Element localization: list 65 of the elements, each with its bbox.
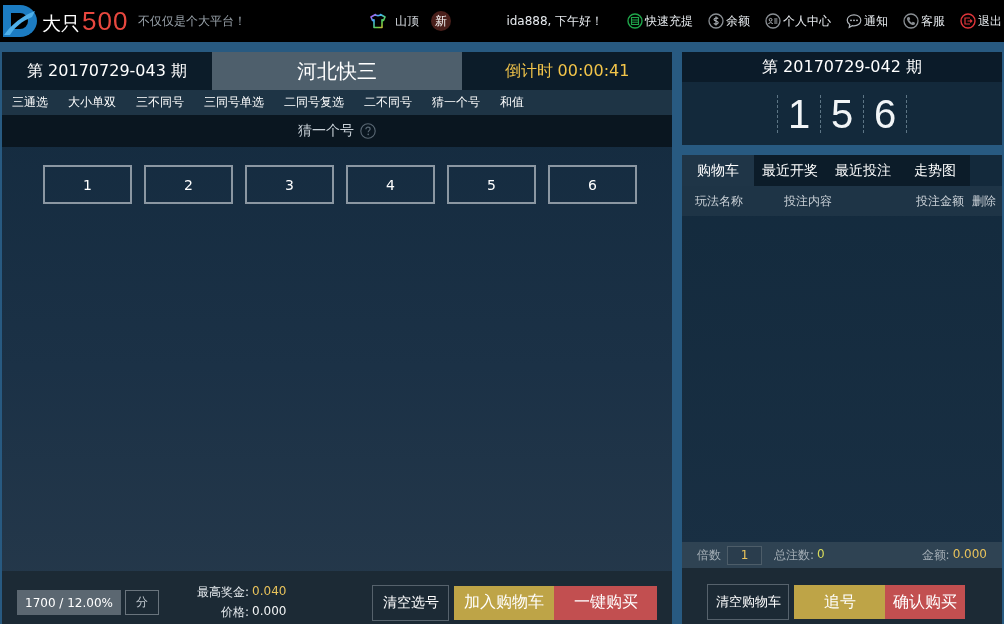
new-badge: 新 [431, 11, 452, 31]
play-tab[interactable]: 三不同号 [126, 90, 194, 115]
shirt-icon [370, 13, 387, 29]
play-title: 猜一个号 [298, 122, 354, 140]
number-button[interactable]: 2 [144, 165, 233, 204]
id-card-icon [765, 13, 781, 29]
play-tab[interactable]: 二不同号 [354, 90, 422, 115]
number-button[interactable]: 6 [548, 165, 637, 204]
greeting: ida888, 下午好！ [506, 12, 604, 30]
chat-icon [846, 13, 862, 29]
draw-number: 1 [786, 91, 812, 136]
phone-icon [903, 13, 919, 29]
card-icon [627, 13, 643, 29]
play-tab[interactable]: 三通选 [2, 90, 58, 115]
play-tab[interactable]: 大小单双 [58, 90, 126, 115]
buy-button[interactable]: 一键购买 [554, 585, 657, 620]
amount-value: 0.000 [952, 546, 987, 563]
rank-label: 山顶 [395, 12, 420, 30]
play-tab[interactable]: 猜一个号 [422, 90, 490, 115]
cart-tab[interactable]: 最近投注 [826, 155, 900, 186]
max-prize-label: 最高奖金: [197, 584, 250, 601]
slogan: 不仅仅是个大平台！ [138, 12, 247, 30]
nav-link[interactable]: 个人中心 [765, 12, 831, 30]
nav-link[interactable]: 余额 [708, 12, 750, 30]
column-heading: 玩法名称 [695, 192, 744, 210]
draw-number: 6 [872, 91, 898, 136]
bet-count-label: 总注数: [774, 546, 815, 564]
number-button[interactable]: 3 [245, 165, 334, 204]
nav-link[interactable]: 快速充提 [627, 12, 693, 30]
cart-tab[interactable]: 购物车 [682, 155, 754, 186]
odds-selector[interactable]: 1700 / 12.00% [17, 590, 121, 615]
lottery-title: 河北快三 [212, 52, 462, 90]
confirm-button[interactable]: 确认购买 [885, 585, 965, 619]
amount-label: 金额: [921, 546, 950, 564]
column-heading: 投注金额 [916, 192, 964, 210]
price-label: 价格: [221, 604, 250, 621]
play-tab[interactable]: 二同号复选 [274, 90, 354, 115]
help-icon[interactable] [360, 123, 376, 139]
bet-count-value: 0 [817, 546, 825, 563]
clear-button[interactable]: 清空选号 [372, 584, 449, 621]
play-tab[interactable]: 三同号单选 [194, 90, 274, 115]
period-label: 第 20170729-043 期 [2, 52, 212, 90]
unit-button[interactable]: 分 [125, 590, 159, 615]
nav-link[interactable]: 退出 [960, 12, 1002, 30]
column-heading: 删除 [972, 192, 996, 210]
nav-link[interactable]: 客服 [903, 12, 945, 30]
draw-period-label: 第 20170729-042 期 [682, 52, 1002, 82]
draw-number: 5 [829, 91, 855, 136]
logout-icon [960, 13, 976, 29]
play-tab[interactable]: 和值 [490, 90, 534, 115]
number-button[interactable]: 4 [346, 165, 435, 204]
number-button[interactable]: 5 [447, 165, 536, 204]
cart-tab[interactable]: 走势图 [900, 155, 970, 186]
multiplier-label: 倍数 [697, 546, 721, 564]
clear-cart-button[interactable]: 清空购物车 [707, 584, 789, 620]
multiplier-field[interactable]: 1 [727, 545, 762, 565]
number-button[interactable]: 1 [43, 165, 132, 204]
logo-text: 大只 500 [42, 5, 129, 37]
countdown-timer: 倒计时 00:00:41 [462, 52, 672, 90]
dollar-icon [708, 13, 724, 29]
price-value: 0.000 [252, 604, 287, 620]
column-heading: 投注内容 [784, 192, 833, 210]
cart-tab[interactable]: 最近开奖 [754, 155, 826, 186]
max-prize-value: 0.040 [252, 584, 287, 600]
nav-link[interactable]: 通知 [846, 12, 888, 30]
